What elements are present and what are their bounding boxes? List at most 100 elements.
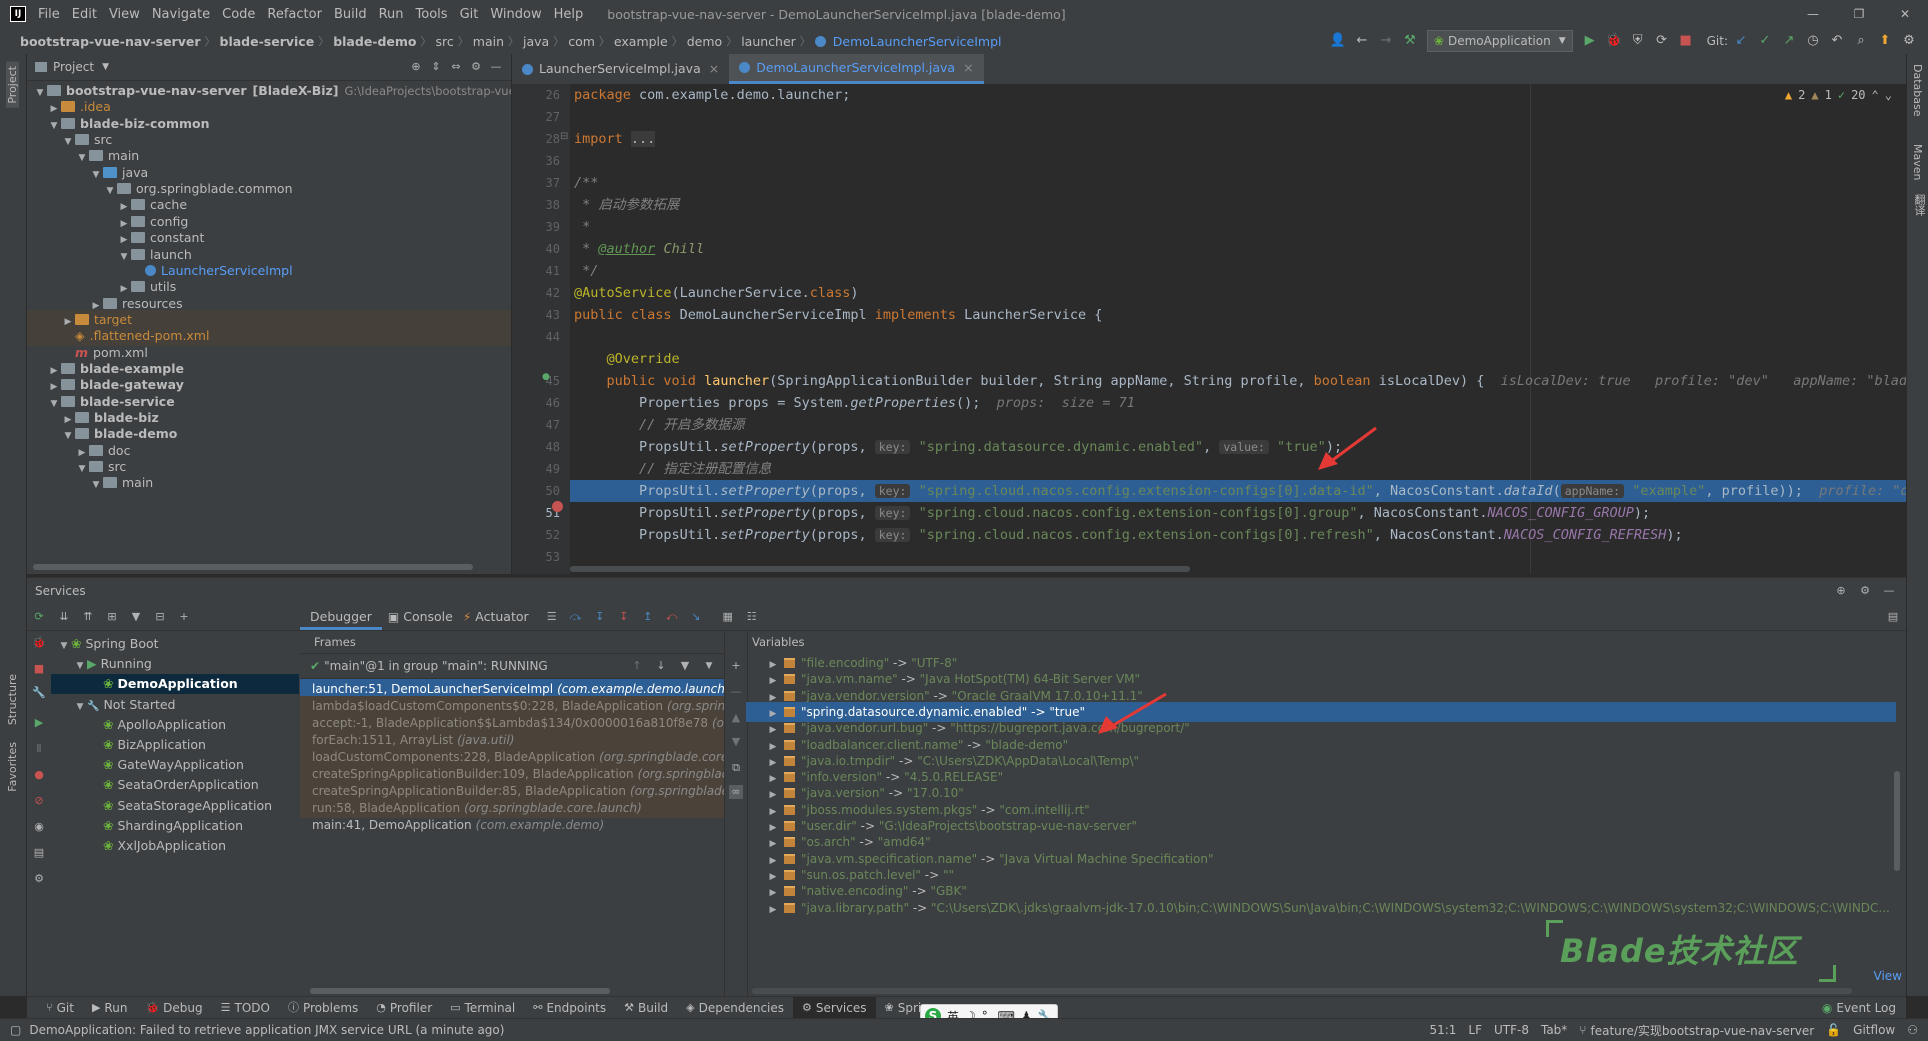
trace-icon[interactable]: ☷ [745,610,759,624]
tool-window-build[interactable]: ⚒ Build [615,997,677,1019]
editor-scrollbar[interactable] [570,566,1190,572]
project-stripe-button[interactable]: Project [6,62,19,108]
service-node[interactable]: ❀ ApolloApplication [51,715,299,735]
down-icon[interactable]: ▼ [729,735,743,749]
menu-item-help[interactable]: Help [548,7,590,22]
structure-stripe-button[interactable]: Structure [6,674,19,725]
chevron-icon[interactable]: ▼ [57,636,71,656]
menu-item-view[interactable]: View [103,7,146,22]
gear-icon[interactable]: ⚙ [469,60,483,74]
status-message[interactable]: DemoApplication: Failed to retrieve appl… [29,1023,504,1037]
breadcrumb-item[interactable]: blade-service [216,34,319,49]
project-scrollbar[interactable] [33,564,473,570]
next-frame-icon[interactable]: ↓ [654,659,668,673]
breadcrumb-item[interactable]: example [610,34,672,49]
restore-button[interactable]: ❐ [1836,7,1882,21]
tool-window-git[interactable]: ⑂ Git [37,997,83,1019]
search-icon[interactable]: ⌕ [1850,30,1872,52]
status-toggle-icon[interactable]: ▢ [10,1023,21,1037]
stop-icon[interactable]: ■ [32,662,46,676]
evaluate-icon[interactable]: ▦ [721,610,735,624]
group-by-icon[interactable]: ⊞ [105,610,119,624]
service-node[interactable]: ▼ ❀ Spring Boot [51,634,299,654]
hide-icon[interactable]: — [1882,584,1896,598]
service-node[interactable]: ❀ SeataStorageApplication [51,796,299,816]
rerun-icon[interactable]: ⟳ [32,610,46,624]
profile-icon[interactable]: ⟳ [1651,30,1673,52]
resume-icon[interactable]: ▶ [32,716,46,730]
tool-window-endpoints[interactable]: ⚯ Endpoints [524,997,615,1019]
filter-icon[interactable]: ▼ [678,659,692,673]
copy-icon[interactable]: ⧉ [729,761,743,775]
debug-icon[interactable]: 🐞 [32,636,46,650]
chevron-right-icon[interactable]: ▶ [766,900,780,920]
expand-all-icon[interactable]: ⇕ [429,60,443,74]
tool-window-terminal[interactable]: ▭ Terminal [441,997,524,1019]
line-separator[interactable]: LF [1468,1023,1482,1037]
tool-window-problems[interactable]: ⓘ Problems [279,997,367,1019]
collapse-all-icon[interactable]: ⇔ [449,60,463,74]
step-into-icon[interactable]: ↧ [593,610,607,624]
add-watch-icon[interactable]: + [729,659,743,673]
minimize-button[interactable]: — [1790,7,1836,21]
run-to-cursor-icon[interactable]: ↘ [689,610,703,624]
collapse-all-icon[interactable]: ⇈ [81,610,95,624]
gear-icon[interactable]: ⚙ [1858,584,1872,598]
chevron-down-icon[interactable]: ⌄ [1885,88,1892,102]
tab-console[interactable]: Console [399,604,463,630]
run-config-select[interactable]: ❀ DemoApplication ▼ [1426,30,1573,52]
thread-selector[interactable]: ✔ "main"@1 in group "main": RUNNING ↑ ↓ … [300,653,724,679]
step-out-icon[interactable]: ↥ [641,610,655,624]
frames-scrollbar[interactable] [310,988,610,994]
menu-item-git[interactable]: Git [454,7,485,22]
camera-icon[interactable]: ◉ [32,820,46,834]
event-log-button[interactable]: Event Log [1836,1001,1896,1015]
tool-window-todo[interactable]: ☰ TODO [212,997,279,1019]
hide-icon[interactable]: — [489,60,503,74]
menu-item-edit[interactable]: Edit [66,7,103,22]
build-hammer-icon[interactable]: ⚒ [1399,30,1421,52]
user-icon[interactable]: 👤 [1327,30,1349,52]
tab-actuator[interactable]: Actuator [471,604,538,630]
service-node[interactable]: ▼ ▶ Running [51,654,299,674]
menu-item-refactor[interactable]: Refactor [261,7,328,22]
menu-item-file[interactable]: File [32,7,66,22]
git-branch[interactable]: feature/实现bootstrap-vue-nav-server [1591,1022,1815,1039]
inspection-widget[interactable]: ▲ 2 ▲ 1 ✓ 20 ⌃ ⌄ [1785,88,1892,102]
layout-icon[interactable]: ▤ [32,846,46,860]
tool-window-run[interactable]: ▶ Run [83,997,136,1019]
menu-item-code[interactable]: Code [216,7,261,22]
filter-icon[interactable]: ▼ [129,610,143,624]
chevron-icon[interactable]: ▼ [89,475,103,495]
git-commit-icon[interactable]: ✓ [1754,30,1776,52]
editor-tab[interactable]: DemoLauncherServiceImpl.java × [729,54,984,84]
memory-icon[interactable]: ⚇ [1907,1023,1918,1037]
rollback-icon[interactable]: ↶ [1826,30,1848,52]
breadcrumb-item[interactable]: java [519,34,553,49]
locate-icon[interactable]: ⊕ [409,60,423,74]
stop-icon[interactable]: ■ [1675,30,1697,52]
close-icon[interactable]: × [709,54,719,84]
coverage-icon[interactable]: ⛨ [1627,30,1649,52]
expand-all-icon[interactable]: ⇊ [57,610,71,624]
tool-window-dependencies[interactable]: ◈ Dependencies [677,997,793,1019]
translate-stripe-button[interactable]: 翻译 [1911,194,1927,216]
git-push-icon[interactable]: ↗ [1778,30,1800,52]
variables-scrollbar[interactable] [752,988,1852,994]
step-over-icon[interactable]: ⤼ [569,610,583,624]
service-node[interactable]: ❀ XxlJobApplication [51,836,299,856]
service-node[interactable]: ▼ 🔧 Not Started [51,695,299,715]
forward-icon[interactable]: → [1375,30,1397,52]
drop-frame-icon[interactable]: ⤺ [665,610,679,624]
service-node[interactable]: ❀ SeataOrderApplication [51,775,299,795]
service-node[interactable]: ❀ ShardingApplication [51,816,299,836]
caret-position[interactable]: 51:1 [1429,1023,1456,1037]
maven-stripe-button[interactable]: Maven [1911,144,1924,180]
glasses-icon[interactable]: ∞ [729,785,743,799]
breadcrumb-item[interactable]: src [432,34,458,49]
breadcrumb-item[interactable]: DemoLauncherServiceImpl [829,34,1006,49]
gitflow-button[interactable]: Gitflow [1853,1023,1895,1037]
chevron-icon[interactable]: ▼ [73,697,87,717]
view-breakpoints-icon[interactable]: ● [32,768,46,782]
menu-item-navigate[interactable]: Navigate [146,7,216,22]
